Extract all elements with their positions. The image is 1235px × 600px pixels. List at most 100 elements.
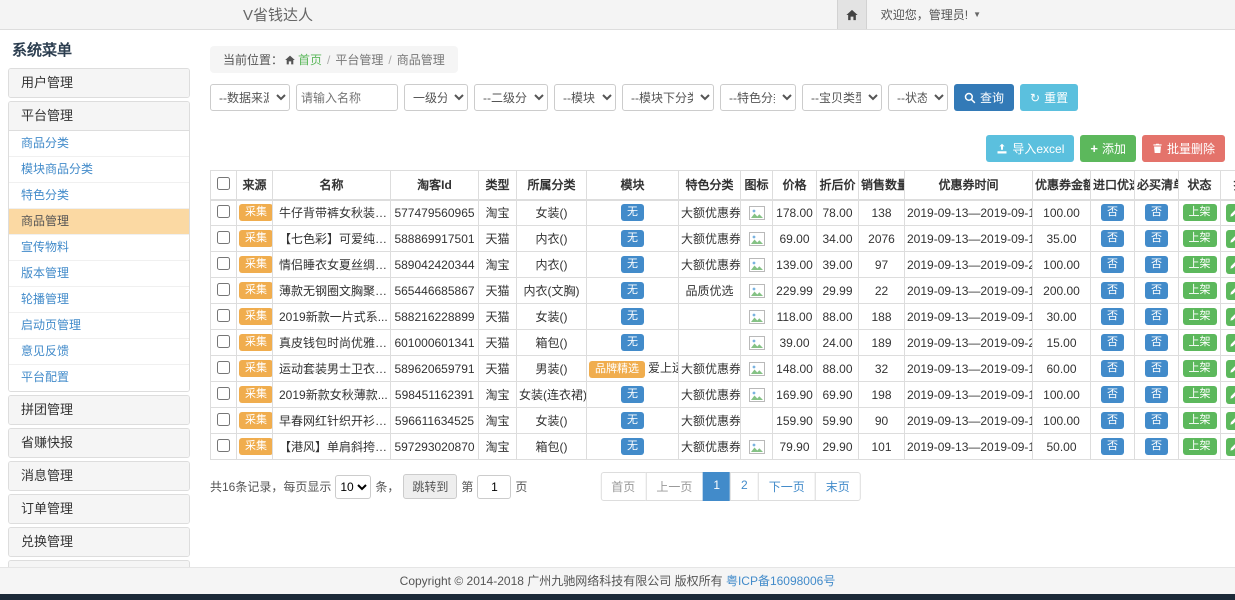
sidebar-item[interactable]: 版本管理 (9, 261, 189, 287)
level2-category-filter[interactable]: --二级分类-- (474, 84, 548, 111)
sidebar-group-toggle[interactable]: 消息管理 (9, 462, 189, 490)
breadcrumb-home-link[interactable]: 首页 (298, 53, 322, 67)
sidebar-item[interactable]: 特色分类 (9, 183, 189, 209)
status-badge[interactable]: 上架 (1183, 334, 1217, 351)
status-badge[interactable]: 上架 (1183, 230, 1217, 247)
data-source-filter[interactable]: --数据来源-- (210, 84, 290, 111)
sidebar-item[interactable]: 轮播管理 (9, 287, 189, 313)
import-flag-badge[interactable]: 否 (1101, 230, 1124, 247)
edit-button[interactable] (1226, 360, 1235, 378)
sidebar-group-toggle[interactable]: 用户管理 (9, 69, 189, 97)
import-flag-badge[interactable]: 否 (1101, 256, 1124, 273)
sidebar-item[interactable]: 平台配置 (9, 365, 189, 391)
must-buy-flag-badge[interactable]: 否 (1145, 230, 1168, 247)
pagination-item[interactable]: 首页 (600, 472, 646, 501)
level1-category-filter[interactable]: 一级分类 (404, 84, 468, 111)
must-buy-flag-badge[interactable]: 否 (1145, 360, 1168, 377)
pagination-item[interactable]: 1 (702, 472, 731, 501)
pagination-item[interactable]: 上一页 (645, 472, 703, 501)
row-checkbox[interactable] (217, 335, 230, 348)
import-flag-badge[interactable]: 否 (1101, 412, 1124, 429)
select-all-checkbox[interactable] (217, 177, 230, 190)
row-checkbox[interactable] (217, 205, 230, 218)
import-excel-button[interactable]: 导入excel (986, 135, 1074, 162)
import-flag-badge[interactable]: 否 (1101, 282, 1124, 299)
status-badge[interactable]: 上架 (1183, 412, 1217, 429)
import-flag-badge[interactable]: 否 (1101, 360, 1124, 377)
batch-delete-button[interactable]: 批量删除 (1142, 135, 1225, 162)
edit-button[interactable] (1226, 282, 1235, 300)
edit-button[interactable] (1226, 230, 1235, 248)
module-sub-filter[interactable]: --模块下分类-- (622, 84, 714, 111)
row-checkbox[interactable] (217, 309, 230, 322)
pagination-item[interactable]: 末页 (815, 472, 861, 501)
import-flag-badge[interactable]: 否 (1101, 308, 1124, 325)
home-button[interactable] (837, 0, 867, 29)
row-checkbox[interactable] (217, 439, 230, 452)
breadcrumb-platform-link[interactable]: 平台管理 (335, 53, 383, 67)
records-summary: 共16条记录，每页显示 (210, 478, 331, 495)
sidebar-item[interactable]: 意见反馈 (9, 339, 189, 365)
per-page-select[interactable]: 10 (335, 475, 371, 499)
row-checkbox[interactable] (217, 361, 230, 374)
row-checkbox[interactable] (217, 413, 230, 426)
sidebar-item[interactable]: 商品分类 (9, 131, 189, 157)
must-buy-flag-badge[interactable]: 否 (1145, 386, 1168, 403)
must-buy-flag-badge[interactable]: 否 (1145, 438, 1168, 455)
search-button[interactable]: 查询 (954, 84, 1014, 111)
row-checkbox[interactable] (217, 231, 230, 244)
sidebar-item[interactable]: 宣传物料 (9, 235, 189, 261)
jump-button[interactable]: 跳转到 (403, 474, 457, 499)
edit-button[interactable] (1226, 334, 1235, 352)
row-checkbox[interactable] (217, 257, 230, 270)
edit-button[interactable] (1226, 256, 1235, 274)
sidebar-group-toggle[interactable]: 平台管理 (9, 102, 189, 130)
row-checkbox[interactable] (217, 387, 230, 400)
module-filter[interactable]: --模块-- (554, 84, 616, 111)
row-checkbox[interactable] (217, 283, 230, 296)
sidebar-item[interactable]: 启动页管理 (9, 313, 189, 339)
sidebar-group-toggle[interactable]: 拼团管理 (9, 396, 189, 424)
sidebar-group-toggle[interactable]: 省赚快报 (9, 429, 189, 457)
special-category-filter[interactable]: --特色分类-- (720, 84, 796, 111)
status-badge[interactable]: 上架 (1183, 282, 1217, 299)
sidebar-group-toggle[interactable]: 兑换管理 (9, 528, 189, 556)
add-button[interactable]: + 添加 (1080, 135, 1136, 162)
status-filter[interactable]: --状态-- (888, 84, 948, 111)
import-flag-badge[interactable]: 否 (1101, 334, 1124, 351)
edit-button[interactable] (1226, 438, 1235, 456)
reset-button[interactable]: ↻ 重置 (1020, 84, 1078, 111)
edit-button[interactable] (1226, 308, 1235, 326)
sidebar-item[interactable]: 模块商品分类 (9, 157, 189, 183)
import-flag-badge[interactable]: 否 (1101, 386, 1124, 403)
status-badge[interactable]: 上架 (1183, 204, 1217, 221)
icp-link[interactable]: 粤ICP备16098006号 (726, 574, 835, 588)
must-buy-flag-badge[interactable]: 否 (1145, 204, 1168, 221)
import-flag-badge[interactable]: 否 (1101, 438, 1124, 455)
status-badge[interactable]: 上架 (1183, 438, 1217, 455)
cell-source: 采集 (237, 252, 273, 278)
import-flag-badge[interactable]: 否 (1101, 204, 1124, 221)
page-number-input[interactable] (477, 475, 511, 499)
edit-button[interactable] (1226, 204, 1235, 222)
name-search-input[interactable] (296, 84, 398, 111)
must-buy-flag-badge[interactable]: 否 (1145, 282, 1168, 299)
must-buy-flag-badge[interactable]: 否 (1145, 412, 1168, 429)
sidebar-group-toggle[interactable]: 订单管理 (9, 495, 189, 523)
status-badge[interactable]: 上架 (1183, 386, 1217, 403)
pagination-item[interactable]: 下一页 (758, 472, 816, 501)
pagination-item[interactable]: 2 (730, 472, 759, 501)
product-name: 【港风】单肩斜挎链条... (273, 434, 391, 460)
edit-button[interactable] (1226, 386, 1235, 404)
must-buy-flag-badge[interactable]: 否 (1145, 256, 1168, 273)
status-badge[interactable]: 上架 (1183, 360, 1217, 377)
cell-icon (741, 330, 773, 356)
user-menu[interactable]: 欢迎您，管理员! ▼ (867, 6, 995, 23)
sidebar-item[interactable]: 商品管理 (9, 209, 189, 235)
must-buy-flag-badge[interactable]: 否 (1145, 334, 1168, 351)
must-buy-flag-badge[interactable]: 否 (1145, 308, 1168, 325)
item-type-filter[interactable]: --宝贝类型-- (802, 84, 882, 111)
status-badge[interactable]: 上架 (1183, 256, 1217, 273)
edit-button[interactable] (1226, 412, 1235, 430)
status-badge[interactable]: 上架 (1183, 308, 1217, 325)
